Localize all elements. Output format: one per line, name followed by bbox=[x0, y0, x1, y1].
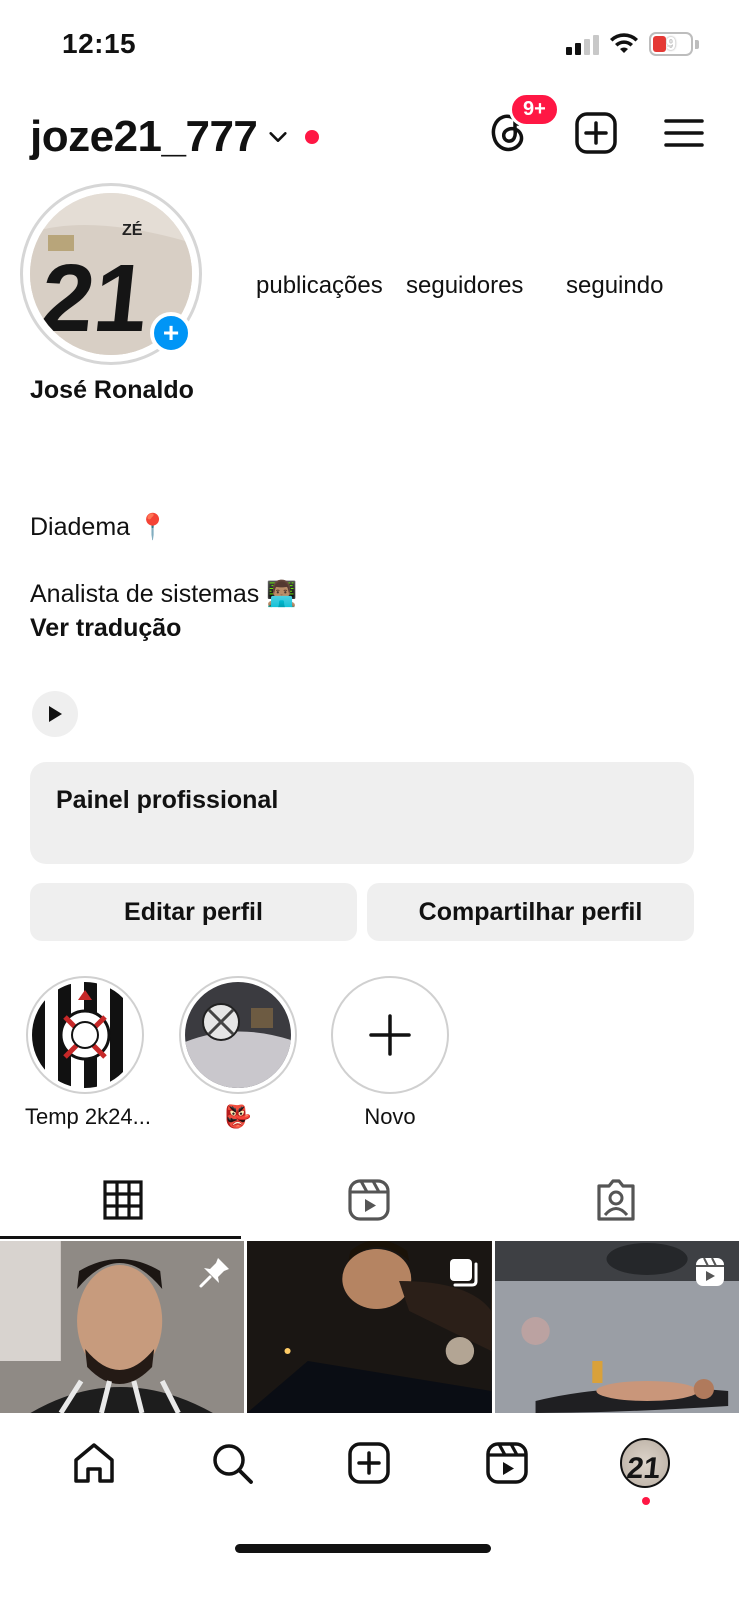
see-translation-link[interactable]: Ver tradução bbox=[30, 614, 181, 643]
tab-reels[interactable] bbox=[246, 1160, 492, 1240]
highlight-ring bbox=[26, 976, 144, 1094]
menu-icon bbox=[664, 119, 704, 147]
professional-dashboard[interactable]: Painel profissional bbox=[30, 762, 694, 864]
post-thumbnail[interactable] bbox=[494, 1241, 739, 1413]
nav-reels[interactable] bbox=[477, 1433, 537, 1493]
reels-icon bbox=[348, 1179, 391, 1221]
add-story-button[interactable]: + bbox=[150, 312, 192, 354]
create-icon bbox=[575, 112, 617, 154]
username: joze21_777 bbox=[30, 112, 258, 161]
status-time: 12:15 bbox=[62, 28, 137, 59]
reels-icon bbox=[486, 1442, 529, 1484]
account-switcher[interactable]: joze21_777 bbox=[30, 112, 320, 162]
create-button[interactable] bbox=[571, 108, 621, 158]
post-thumbnail[interactable] bbox=[0, 1241, 245, 1413]
highlight-label: 👺 bbox=[224, 1104, 252, 1129]
nav-profile[interactable]: 21 bbox=[615, 1433, 675, 1505]
profile-stats: publicações seguidores seguindo bbox=[256, 272, 716, 300]
status-bar: 12:15 9 bbox=[0, 0, 739, 90]
threads-button[interactable]: 9+ bbox=[483, 92, 560, 158]
tab-tagged[interactable] bbox=[493, 1160, 739, 1240]
nav-home[interactable] bbox=[64, 1433, 124, 1493]
grid-icon bbox=[103, 1180, 143, 1220]
tab-posts[interactable] bbox=[0, 1160, 246, 1240]
carousel-icon bbox=[449, 1259, 478, 1287]
threads-badge: 9+ bbox=[509, 92, 560, 127]
followers-stat[interactable]: seguidores bbox=[406, 272, 566, 300]
svg-text:21: 21 bbox=[35, 245, 153, 352]
edit-profile-button[interactable]: Editar perfil bbox=[30, 883, 357, 941]
profile-header: joze21_777 9+ bbox=[0, 92, 739, 170]
active-tab-indicator bbox=[0, 1236, 241, 1239]
wifi-icon bbox=[610, 33, 638, 53]
profile-content-tabs bbox=[0, 1160, 739, 1240]
signal-icon bbox=[566, 33, 599, 55]
bio-occupation: Analista de sistemas 👨🏽‍💻 bbox=[30, 580, 298, 608]
svg-text:21: 21 bbox=[625, 1452, 662, 1485]
chevron-down-icon bbox=[269, 132, 288, 142]
notification-dot bbox=[305, 130, 320, 144]
highlight-label: Novo bbox=[364, 1104, 416, 1129]
corinthians-shirt-image bbox=[185, 982, 291, 1088]
nav-create[interactable] bbox=[339, 1433, 399, 1493]
story-highlight[interactable]: 👺 bbox=[178, 976, 298, 1130]
display-name: José Ronaldo bbox=[30, 376, 194, 404]
music-play-button[interactable] bbox=[32, 691, 78, 737]
professional-dashboard-title: Painel profissional bbox=[56, 786, 279, 814]
profile-avatar-small: 21 bbox=[620, 1438, 671, 1488]
highlight-ring bbox=[179, 976, 297, 1094]
svg-text:ZÉ: ZÉ bbox=[122, 220, 143, 239]
home-indicator[interactable] bbox=[235, 1544, 491, 1553]
share-profile-button[interactable]: Compartilhar perfil bbox=[367, 883, 694, 941]
nav-search[interactable] bbox=[202, 1433, 262, 1493]
posts-grid bbox=[0, 1241, 739, 1413]
following-stat[interactable]: seguindo bbox=[566, 272, 716, 300]
pin-icon bbox=[199, 1258, 230, 1288]
battery-level: 9 bbox=[665, 33, 676, 54]
new-highlight-button[interactable]: Novo bbox=[330, 976, 450, 1130]
bio-location: Diadema 📍 bbox=[30, 513, 169, 541]
post-thumbnail[interactable] bbox=[247, 1241, 492, 1413]
search-icon bbox=[212, 1444, 253, 1484]
bottom-navigation: 21 bbox=[0, 1413, 739, 1513]
tagged-icon bbox=[597, 1179, 635, 1221]
battery-icon: 9 bbox=[649, 32, 699, 56]
reel-icon bbox=[695, 1257, 724, 1286]
home-icon bbox=[74, 1443, 114, 1483]
play-icon bbox=[49, 706, 62, 722]
menu-button[interactable] bbox=[659, 108, 709, 158]
highlight-ring bbox=[331, 976, 449, 1094]
plus-icon bbox=[369, 1014, 411, 1056]
status-icons: 9 bbox=[566, 32, 699, 56]
notification-dot bbox=[642, 1497, 651, 1505]
corinthians-crest-image bbox=[32, 982, 138, 1088]
create-icon bbox=[348, 1442, 391, 1484]
highlight-label: Temp 2k24... bbox=[25, 1104, 151, 1129]
story-highlight[interactable]: Temp 2k24... bbox=[25, 976, 151, 1130]
posts-stat[interactable]: publicações bbox=[256, 272, 406, 300]
